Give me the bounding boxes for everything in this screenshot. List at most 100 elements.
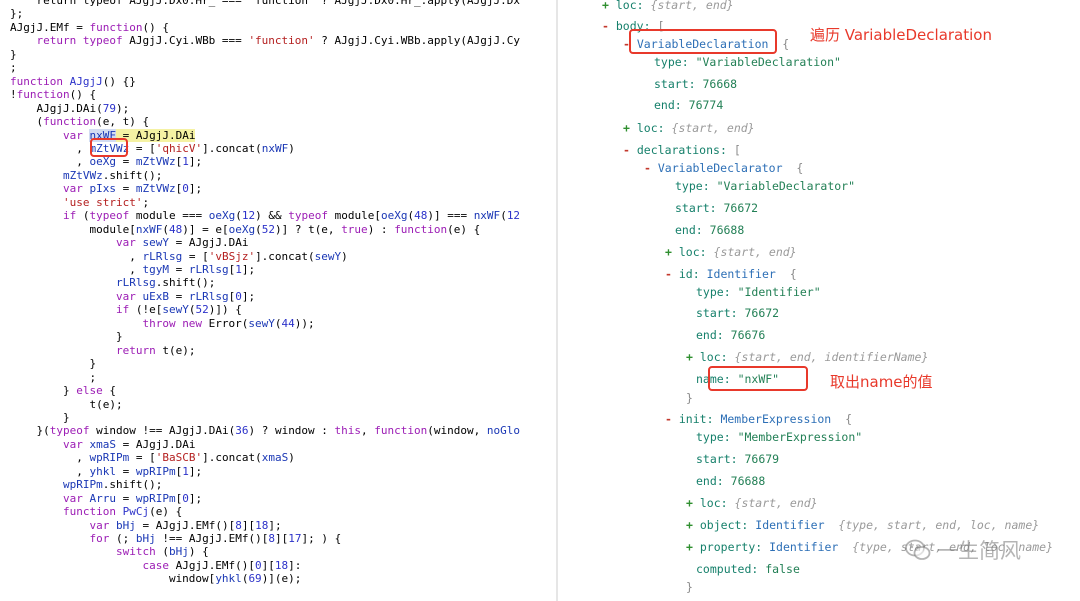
ast-node-row[interactable]: - declarations: [ — [623, 141, 741, 159]
code-token: function — [374, 424, 428, 438]
ast-node-row: start: 76672 — [696, 306, 780, 320]
collapse-icon[interactable]: - — [665, 267, 672, 281]
code-line: t(e); — [10, 398, 122, 412]
code-token: case — [142, 558, 169, 572]
ast-key: end — [675, 223, 696, 237]
expand-icon[interactable]: + — [602, 0, 609, 12]
code-line: }; — [10, 7, 23, 21]
ast-number-value: 76672 — [723, 201, 759, 215]
code-token: (e, t) { — [96, 115, 150, 129]
code-line: function PwCj(e) { — [10, 505, 182, 519]
code-token: = — [115, 182, 136, 196]
ast-brace: { — [796, 161, 804, 175]
code-token: ].concat( — [202, 141, 262, 155]
collapse-icon[interactable]: - — [665, 412, 672, 426]
ast-string-value: "MemberExpression" — [737, 430, 863, 444]
ast-node-row[interactable]: + object: Identifier {type, start, end, … — [686, 516, 1039, 534]
code-token: t(e); — [155, 343, 196, 357]
code-token: rLRlsg — [188, 263, 229, 276]
code-token: () { — [142, 20, 169, 34]
code-token: 12 — [506, 209, 521, 223]
code-token: AJgjJ.Cyi.WBb === — [122, 34, 249, 48]
code-line: var bHj = AJgjJ.EMf()[8][18]; — [10, 518, 281, 533]
code-token: )] = e[ — [182, 222, 229, 236]
expand-icon[interactable]: + — [686, 496, 693, 510]
ast-node-row[interactable]: + loc: {start, end} — [686, 494, 818, 512]
ast-node-row[interactable]: + loc: {start, end, identifierName} — [686, 348, 928, 366]
ast-node-row: computed: false — [696, 562, 800, 576]
expand-icon[interactable]: + — [623, 121, 630, 135]
ast-string-value: "VariableDeclarator" — [716, 179, 856, 193]
code-token: , — [361, 424, 375, 438]
code-line: } — [10, 411, 70, 425]
ast-node-row: end: 76688 — [696, 474, 766, 488]
code-token: , — [10, 155, 90, 169]
code-token: = AJgjJ.DAi — [115, 437, 196, 451]
ast-brace: [ — [733, 143, 741, 157]
ast-node-row[interactable]: - VariableDeclarator { — [644, 159, 803, 177]
code-line: 'use strict'; — [10, 196, 149, 210]
code-line: mZtVWz.shift(); — [10, 169, 162, 183]
ast-key: property — [699, 540, 756, 554]
code-token: 18 — [255, 518, 269, 532]
code-token: , — [10, 451, 90, 465]
code-token: = — [115, 491, 136, 505]
code-token: ) — [341, 249, 348, 263]
code-token: AJgjJ.DAi( — [10, 101, 103, 115]
expand-icon[interactable]: + — [665, 245, 672, 259]
ast-key: end — [696, 474, 717, 488]
code-token: ]; — [188, 464, 203, 478]
expand-icon[interactable]: + — [686, 518, 693, 532]
code-token: , — [10, 464, 90, 478]
ast-type-name: MemberExpression — [720, 412, 832, 426]
code-line: var sewY = AJgjJ.DAi — [10, 236, 248, 250]
ast-node-row: type: "MemberExpression" — [696, 430, 863, 444]
ast-node-row: end: 76688 — [675, 223, 745, 237]
code-line: module[nxWF(48)] = e[oeXg(52)] ? t(e, tr… — [10, 223, 480, 237]
ast-node-row[interactable]: + loc: {start, end} — [665, 243, 797, 261]
code-token: oeXg — [208, 209, 236, 223]
code-token: sewY — [162, 303, 189, 317]
ast-type-name: Identifier — [769, 540, 839, 554]
expand-icon[interactable]: + — [686, 540, 693, 554]
expand-icon[interactable]: + — [686, 350, 693, 364]
code-line: var pIxs = mZtVWz[0]; — [10, 182, 202, 196]
ast-node-row[interactable]: + loc: {start, end} — [623, 119, 755, 137]
code-token: function — [62, 505, 116, 519]
code-token: { — [102, 384, 116, 398]
code-token: (e) { — [149, 505, 183, 519]
collapse-icon[interactable]: - — [623, 143, 630, 157]
code-token: 0 — [182, 182, 189, 196]
watermark-text: 一生简风 — [937, 539, 1021, 563]
code-token: )); — [294, 316, 315, 330]
ast-key: loc — [615, 0, 637, 12]
ast-brace: } — [686, 391, 693, 405]
code-token: noGlo — [486, 424, 521, 438]
code-token: ; — [10, 61, 17, 75]
ast-type-name: VariableDeclarator — [657, 161, 783, 175]
ast-node-row: type: "VariableDeclaration" — [654, 55, 841, 69]
code-token: ; — [142, 195, 150, 209]
code-token: sewY — [142, 236, 169, 250]
code-token: ]; — [188, 182, 203, 196]
code-token: ; — [10, 370, 97, 384]
ast-node-row: type: "VariableDeclarator" — [675, 179, 856, 193]
collapse-icon[interactable]: - — [644, 161, 651, 175]
code-token: mZtVWz — [135, 155, 176, 169]
code-token: wpRIPm — [89, 451, 130, 465]
ast-node-row[interactable]: - init: MemberExpression { — [665, 410, 852, 428]
ast-key: end — [696, 328, 717, 342]
ast-node-row[interactable]: + loc: {start, end} — [602, 0, 734, 14]
ast-node-row: } — [686, 389, 693, 407]
code-token: function — [16, 88, 70, 102]
collapse-icon[interactable]: - — [602, 19, 609, 33]
code-token: wpRIPm — [135, 464, 176, 478]
code-token: = AJgjJ.DAi — [168, 236, 249, 250]
ast-node-row[interactable]: - id: Identifier { — [665, 265, 797, 283]
ast-collapsed-summary: {type, start, end, loc, name} — [838, 518, 1040, 532]
